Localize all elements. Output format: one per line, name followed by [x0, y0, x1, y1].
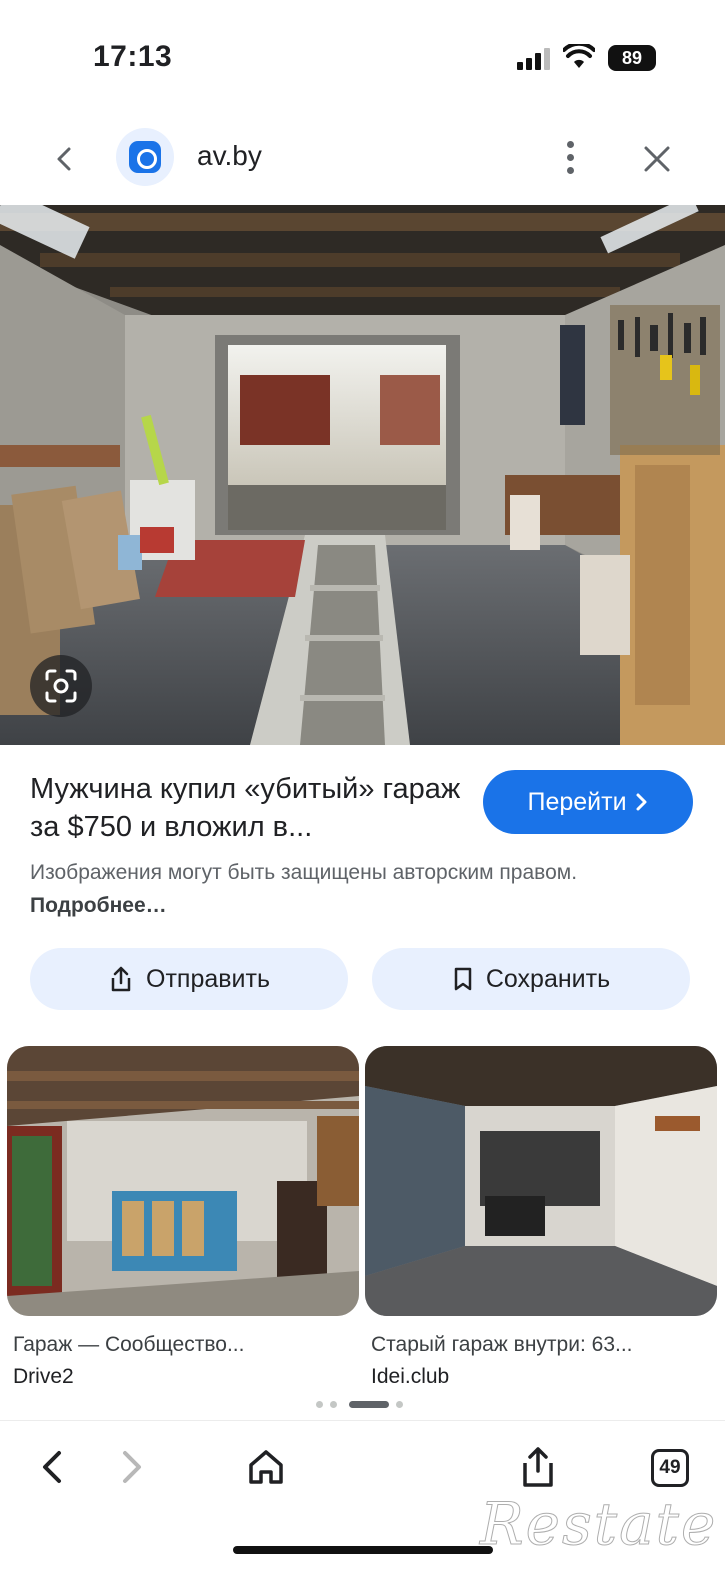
signal-icon — [517, 48, 551, 70]
copyright-text: Изображения могут быть защищены авторски… — [30, 861, 578, 884]
site-favicon-icon — [116, 128, 174, 186]
home-icon[interactable] — [244, 1445, 288, 1489]
back-icon[interactable] — [48, 142, 82, 176]
lens-search-button[interactable] — [30, 655, 92, 717]
share-button[interactable]: Отправить — [30, 948, 348, 1010]
copyright-note: Изображения могут быть защищены авторски… — [30, 856, 650, 922]
result-title[interactable]: Мужчина купил «убитый» гараж за $750 и в… — [30, 770, 470, 846]
visit-button-label: Перейти — [527, 787, 627, 816]
related-image[interactable] — [365, 1046, 717, 1316]
more-vert-icon[interactable] — [560, 138, 580, 178]
wifi-icon — [563, 44, 595, 68]
status-bar: 17:13 89 — [0, 0, 725, 110]
carousel-pager — [316, 1401, 408, 1409]
related-card[interactable]: Старый гараж внутри: 63... Idei.club — [365, 1046, 717, 1389]
learn-more-link[interactable]: Подробнее… — [30, 894, 167, 917]
bookmark-icon — [454, 967, 472, 991]
related-card-title[interactable]: Гараж — Сообщество... — [13, 1333, 359, 1357]
battery-indicator: 89 — [608, 45, 656, 71]
related-card-source: Idei.club — [371, 1365, 450, 1388]
related-card[interactable]: Гараж — Сообщество... Drive2 — [7, 1046, 359, 1389]
share-button-label: Отправить — [146, 964, 270, 993]
home-indicator[interactable] — [233, 1546, 493, 1554]
chevron-right-icon — [636, 793, 647, 811]
save-button-label: Сохранить — [485, 964, 611, 993]
hero-image[interactable] — [0, 205, 725, 745]
related-card-source: Drive2 — [13, 1365, 74, 1388]
related-image[interactable] — [7, 1046, 359, 1316]
save-button[interactable]: Сохранить — [372, 948, 690, 1010]
visit-button[interactable]: Перейти — [483, 770, 693, 834]
tabs-icon[interactable]: 49 — [651, 1449, 689, 1487]
share-icon[interactable] — [516, 1445, 560, 1489]
back-icon[interactable] — [32, 1445, 76, 1489]
status-time: 17:13 — [93, 40, 173, 73]
watermark: Restate — [479, 1490, 718, 1559]
related-card-title[interactable]: Старый гараж внутри: 63... — [371, 1333, 717, 1357]
forward-icon[interactable] — [108, 1445, 152, 1489]
share-icon — [111, 966, 131, 992]
browser-top-bar: av.by — [0, 120, 725, 200]
lens-icon — [45, 669, 77, 703]
close-icon[interactable] — [640, 142, 674, 176]
site-domain[interactable]: av.by — [197, 140, 262, 172]
